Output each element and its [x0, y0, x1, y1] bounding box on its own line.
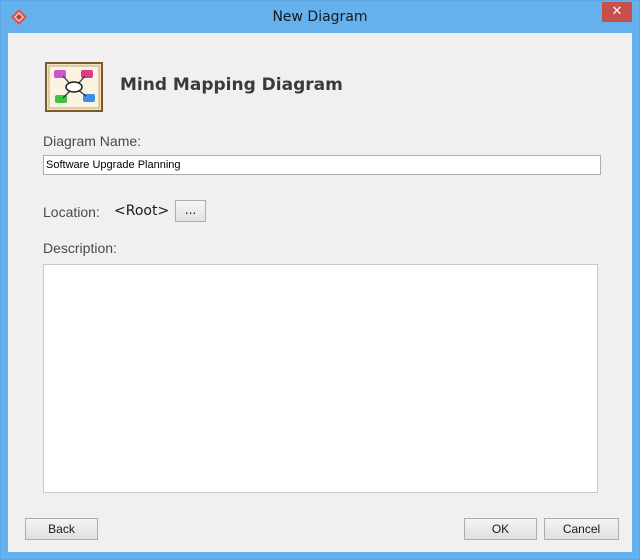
ok-button[interactable]: OK [464, 518, 537, 540]
back-button[interactable]: Back [25, 518, 98, 540]
browse-location-button[interactable]: ... [175, 200, 206, 222]
new-diagram-window: New Diagram ✕ Mind Mapping Diagram Diagr… [0, 0, 640, 560]
window-title: New Diagram [272, 9, 368, 25]
cancel-button[interactable]: Cancel [544, 518, 619, 540]
close-button[interactable]: ✕ [602, 2, 632, 22]
title-bar[interactable]: New Diagram ✕ [1, 1, 639, 33]
description-label: Description: [43, 240, 117, 256]
diagram-name-input[interactable] [43, 155, 601, 175]
location-value: <Root> [114, 203, 170, 219]
mind-map-diagram-icon [45, 62, 103, 112]
diagram-name-label: Diagram Name: [43, 133, 142, 149]
location-label: Location: [43, 204, 100, 220]
diagram-type-heading: Mind Mapping Diagram [120, 75, 343, 95]
description-textarea[interactable] [43, 264, 598, 493]
dialog-content: Mind Mapping Diagram Diagram Name: Locat… [8, 33, 632, 552]
